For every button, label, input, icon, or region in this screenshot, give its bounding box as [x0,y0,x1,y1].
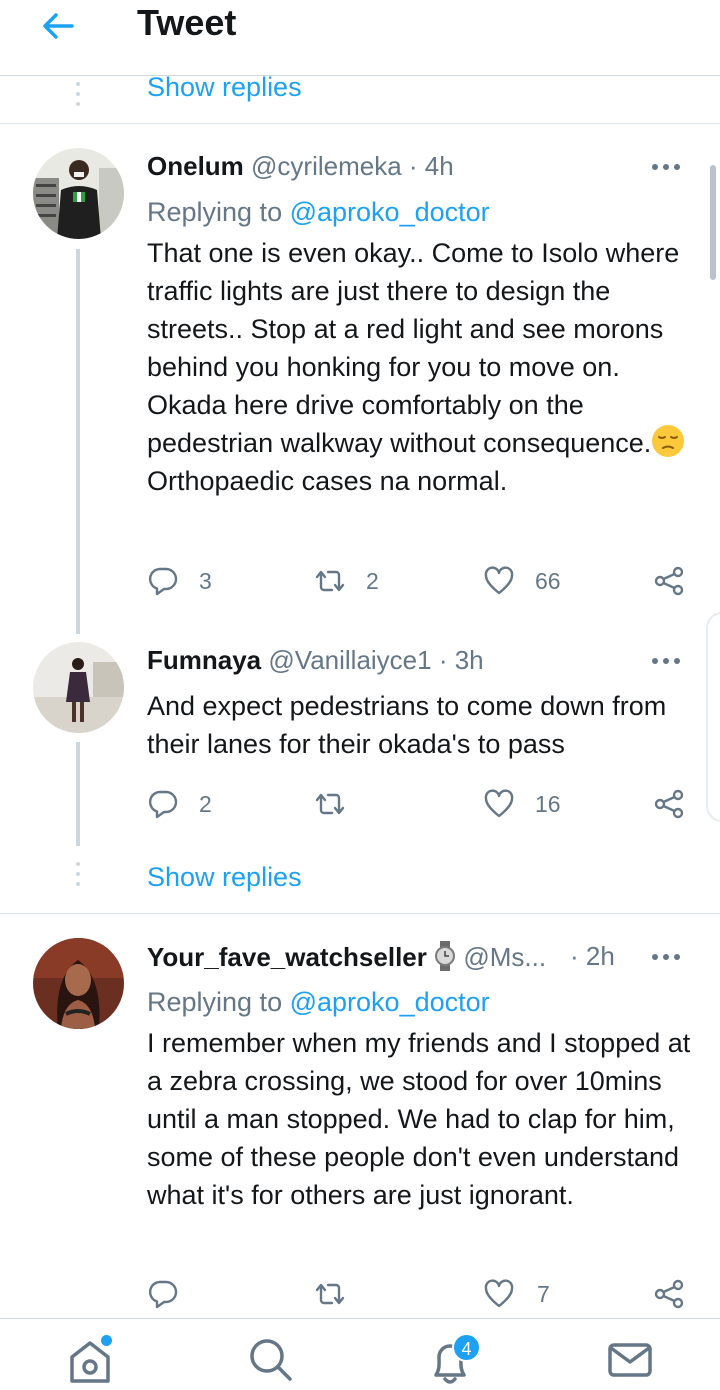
watch-emoji-icon [435,941,456,971]
tweet-actions: 2 16 [147,784,692,824]
avatar[interactable] [33,938,124,1029]
thread-dots [75,82,81,112]
like-button[interactable]: 66 [483,561,561,601]
scrollbar[interactable] [710,165,716,280]
avatar[interactable] [33,642,124,733]
reply-icon [148,1280,178,1309]
retweet-icon [315,1283,345,1305]
tweet-header: Onelum @cyrilemeka · 4h [147,151,640,182]
mention-link[interactable]: @aproko_doctor [290,197,490,227]
tweet-text-part: Orthopaedic cases na normal. [147,466,508,496]
mention-link[interactable]: @aproko_doctor [290,987,490,1017]
more-button[interactable] [652,947,688,967]
tweet-header: Your_fave_watchseller @Ms... [147,941,590,973]
avatar-image [33,148,124,239]
author-name[interactable]: Your_fave_watchseller [147,942,427,972]
tweet-text-part: That one is even okay.. Come to Isolo wh… [147,238,680,458]
reply-count: 3 [199,567,212,594]
more-button[interactable] [652,157,688,177]
like-icon [484,1279,514,1308]
edge-panel-handle[interactable] [706,612,720,822]
tweet-header: Fumnaya @Vanillaiyce1 · 3h [147,645,640,676]
author-name[interactable]: Fumnaya [147,645,261,675]
tweet-onelum[interactable]: Onelum @cyrilemeka · 4h Replying to @apr… [0,124,720,634]
tweet-time-wrap: · 2h [570,941,650,972]
bottom-nav [0,1318,720,1390]
tweet-actions: 7 [147,1274,692,1314]
tweet-text: I remember when my friends and I stopped… [147,1028,691,1210]
pensive-emoji-icon [652,425,685,457]
share-button[interactable] [653,561,685,601]
retweet-button[interactable]: 2 [314,561,379,601]
avatar-image [33,938,124,1029]
like-button[interactable]: 7 [483,1274,550,1314]
reply-icon [148,790,178,819]
replying-to: Replying to @aproko_doctor [147,987,490,1018]
more-icon [652,651,685,668]
like-count: 66 [535,567,561,594]
like-count: 7 [537,1280,550,1307]
retweet-button[interactable] [314,1274,366,1314]
author-name[interactable]: Onelum [147,151,244,181]
author-handle[interactable]: @cyrilemeka [251,151,402,181]
like-button[interactable]: 16 [483,784,561,824]
reply-count: 2 [199,790,212,817]
replying-prefix: Replying to [147,197,283,227]
reply-button[interactable]: 2 [147,784,212,824]
nav-messages[interactable] [600,1329,660,1389]
author-handle[interactable]: @Vanillaiyce1 [268,645,431,675]
home-new-dot [101,1335,112,1346]
share-icon [654,789,684,819]
retweet-icon [315,793,345,815]
retweet-icon [315,570,345,592]
tweet-text: And expect pedestrians to come down from… [147,691,667,759]
avatar[interactable] [33,148,124,239]
share-icon [654,1279,684,1309]
show-replies-link[interactable]: Show replies [147,72,302,103]
back-button[interactable] [38,6,78,46]
notifications-badge: 4 [452,1333,481,1362]
thread-line [76,249,80,634]
thread-dots [75,862,81,892]
replying-to: Replying to @aproko_doctor [147,197,490,228]
tweet-fumnaya[interactable]: Fumnaya @Vanillaiyce1 · 3h And expect pe… [0,634,720,846]
avatar-image [33,642,124,733]
replying-prefix: Replying to [147,987,283,1017]
messages-icon [608,1343,652,1377]
share-button[interactable] [653,1274,685,1314]
back-arrow-icon [43,13,74,39]
tweet-watchseller[interactable]: Your_fave_watchseller @Ms... · 2h Replyi… [0,914,720,1314]
top-bar: Tweet [0,0,720,76]
share-button[interactable] [653,784,685,824]
retweet-count: 2 [366,567,379,594]
reply-icon [148,567,178,596]
more-icon [652,947,685,964]
more-icon [652,157,685,174]
like-icon [484,566,514,595]
reply-button[interactable]: 3 [147,561,212,601]
thread-line [76,742,80,846]
share-icon [654,566,684,596]
timestamp[interactable]: · 2h [570,941,615,971]
like-count: 16 [535,790,561,817]
retweet-button[interactable] [314,784,366,824]
timestamp[interactable]: · 3h [439,645,484,675]
reply-button[interactable] [147,1274,199,1314]
show-replies-link[interactable]: Show replies [147,862,302,893]
author-handle[interactable]: @Ms... [463,942,546,972]
nav-search[interactable] [240,1329,300,1389]
tweet-text: That one is even okay.. Come to Isolo wh… [147,234,692,500]
page-title: Tweet [137,2,237,43]
search-icon [250,1339,292,1381]
tweet-actions: 3 2 66 [147,561,692,601]
like-icon [484,789,514,818]
timestamp[interactable]: · 4h [409,151,454,181]
more-button[interactable] [652,651,688,671]
